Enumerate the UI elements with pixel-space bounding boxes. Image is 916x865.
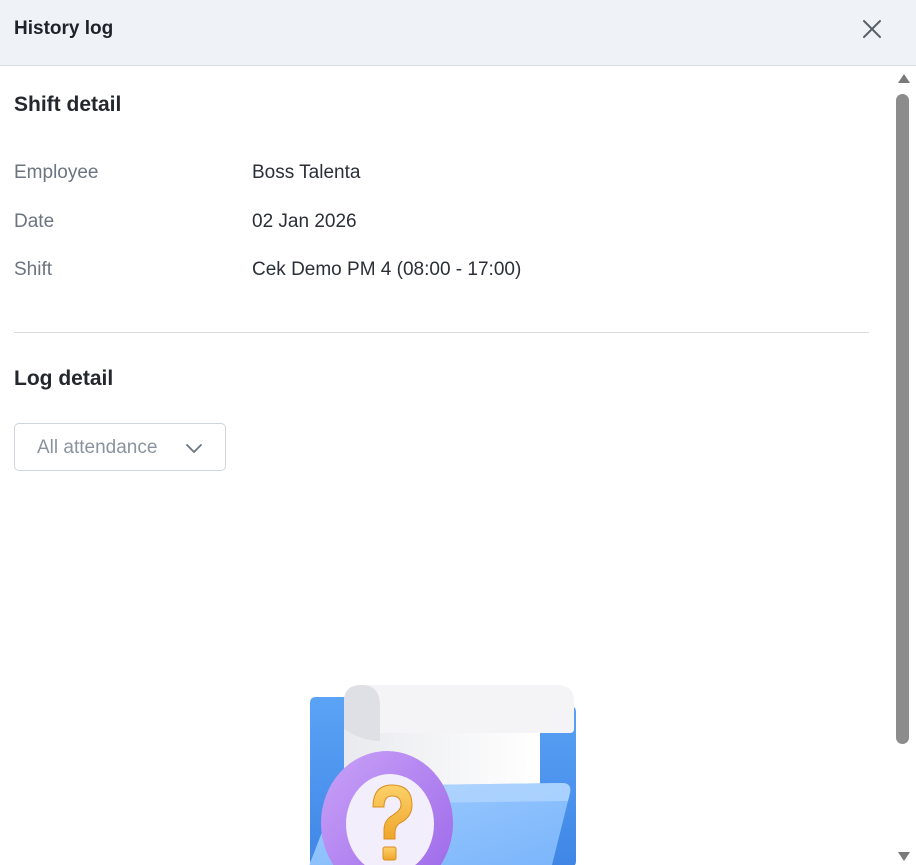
shift-value: Cek Demo PM 4 (08:00 - 17:00) — [252, 259, 522, 280]
scroll-up-arrow-icon[interactable] — [896, 72, 912, 84]
section-divider — [14, 332, 869, 333]
scrollbar-thumb[interactable] — [896, 94, 909, 744]
close-icon — [863, 20, 881, 38]
shift-label: Shift — [14, 259, 53, 280]
employee-label: Employee — [14, 162, 99, 183]
date-value: 02 Jan 2026 — [252, 211, 357, 232]
empty-state-illustration — [309, 685, 576, 865]
close-button[interactable] — [860, 17, 884, 41]
attendance-filter-value: All attendance — [37, 437, 158, 458]
date-label: Date — [14, 211, 55, 232]
modal-title: History log — [14, 18, 114, 39]
attendance-filter-dropdown[interactable]: All attendance — [14, 423, 226, 471]
shift-detail-title: Shift detail — [14, 93, 122, 116]
vertical-scrollbar[interactable] — [892, 66, 916, 865]
modal-header: History log — [0, 0, 916, 66]
scroll-down-arrow-icon[interactable] — [896, 851, 912, 863]
modal-body: Shift detail Employee Boss Talenta Date … — [0, 66, 892, 865]
log-detail-title: Log detail — [14, 367, 114, 390]
chevron-down-icon — [186, 444, 202, 453]
employee-value: Boss Talenta — [252, 162, 361, 183]
